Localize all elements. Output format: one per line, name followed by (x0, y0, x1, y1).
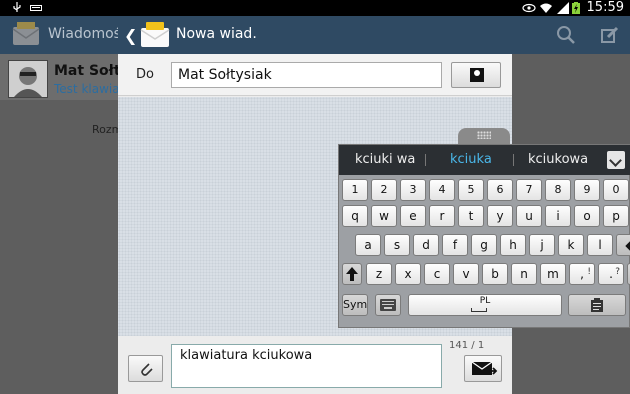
dialog-title: Nowa wiad. (176, 26, 257, 42)
space-key[interactable]: PL (408, 294, 562, 316)
clock: 15:59 (586, 0, 624, 15)
avatar (8, 60, 48, 98)
key-superscript: ? (615, 267, 620, 277)
key-period[interactable]: .? (598, 263, 624, 285)
key-b[interactable]: b (482, 263, 508, 285)
clipboard-key[interactable] (568, 294, 626, 316)
suggestion-bar: kciuki wa kciuka kciukowa (339, 145, 630, 175)
eye-icon (522, 3, 536, 13)
key-y[interactable]: y (487, 205, 513, 227)
key-c[interactable]: c (424, 263, 450, 285)
key-t[interactable]: t (458, 205, 484, 227)
character-counter: 141 / 1 (449, 340, 485, 351)
key-q[interactable]: q (342, 205, 368, 227)
back-icon[interactable]: ❮ (124, 26, 137, 45)
wifi-icon (540, 3, 552, 13)
key-4[interactable]: 4 (429, 179, 455, 201)
background-contact-subtitle: Test klawiat (54, 82, 125, 96)
sym-key[interactable]: Sym (342, 294, 368, 316)
key-n[interactable]: n (511, 263, 537, 285)
key-u[interactable]: u (516, 205, 542, 227)
key-1[interactable]: 1 (342, 179, 368, 201)
key-7[interactable]: 7 (516, 179, 542, 201)
search-icon[interactable] (556, 25, 576, 45)
key-5[interactable]: 5 (458, 179, 484, 201)
space-icon (471, 308, 487, 312)
key-z[interactable]: z (366, 263, 392, 285)
key-h[interactable]: h (500, 234, 526, 256)
messages-app-icon[interactable] (140, 22, 170, 48)
dialog-action-bar: ❮ Nowa wiad. (118, 16, 512, 54)
suggestion-divider (513, 154, 514, 166)
status-bar: 15:59 (0, 0, 630, 16)
enter-icon (624, 241, 630, 251)
grip-icon (477, 131, 491, 139)
chevron-down-icon[interactable] (607, 151, 625, 169)
key-6[interactable]: 6 (487, 179, 513, 201)
key-2[interactable]: 2 (371, 179, 397, 201)
key-0[interactable]: 0 (603, 179, 629, 201)
suggestion-item-selected[interactable]: kciuka (450, 152, 492, 167)
keyboard-notification-icon (30, 5, 42, 11)
shift-icon (346, 267, 358, 281)
key-9[interactable]: 9 (574, 179, 600, 201)
key-i[interactable]: i (545, 205, 571, 227)
usb-icon (13, 2, 21, 12)
compose-icon[interactable] (600, 25, 620, 45)
battery-charging-icon (572, 2, 580, 14)
send-button[interactable] (464, 355, 502, 382)
send-envelope-icon (471, 361, 498, 375)
suggestion-item[interactable]: kciuki wa (355, 152, 415, 167)
signal-icon (557, 2, 569, 14)
key-g[interactable]: g (471, 234, 497, 256)
recipient-input[interactable]: Mat Sołtysiak (171, 62, 442, 88)
key-v[interactable]: v (453, 263, 479, 285)
keyboard-icon (380, 299, 396, 311)
paperclip-icon (140, 363, 153, 376)
key-k[interactable]: k (558, 234, 584, 256)
key-3[interactable]: 3 (400, 179, 426, 201)
key-w[interactable]: w (371, 205, 397, 227)
key-l[interactable]: l (587, 234, 613, 256)
floating-keyboard: kciuki wa kciuka kciukowa 1234567890 qwer… (338, 144, 630, 328)
key-comma[interactable]: ,! (569, 263, 595, 285)
enter-key[interactable] (616, 234, 630, 256)
messages-app-icon (12, 22, 40, 45)
attach-button[interactable] (128, 355, 163, 382)
shift-key-left[interactable] (342, 263, 362, 285)
space-language-label: PL (479, 296, 491, 306)
key-j[interactable]: j (529, 234, 555, 256)
background-app-title: Wiadomośc (48, 26, 129, 42)
compose-bar: klawiatura kciukowa 141 / 1 (118, 336, 512, 394)
contact-icon (470, 68, 484, 82)
suggestion-divider (425, 154, 426, 166)
recipient-label: Do (136, 67, 154, 82)
message-input[interactable]: klawiatura kciukowa (171, 344, 442, 388)
key-r[interactable]: r (429, 205, 455, 227)
recipient-row: Do Mat Sołtysiak (118, 54, 512, 96)
key-8[interactable]: 8 (545, 179, 571, 201)
key-s[interactable]: s (384, 234, 410, 256)
contact-photo-icon (9, 61, 47, 97)
add-contact-button[interactable] (451, 62, 501, 88)
key-superscript: ! (587, 267, 591, 277)
key-e[interactable]: e (400, 205, 426, 227)
clipboard-icon (591, 298, 603, 312)
key-d[interactable]: d (413, 234, 439, 256)
key-o[interactable]: o (574, 205, 600, 227)
keyboard-drag-handle[interactable] (458, 128, 510, 144)
key-f[interactable]: f (442, 234, 468, 256)
key-x[interactable]: x (395, 263, 421, 285)
key-p[interactable]: p (603, 205, 629, 227)
key-a[interactable]: a (355, 234, 381, 256)
key-m[interactable]: m (540, 263, 566, 285)
keyboard-settings-key[interactable] (375, 294, 401, 316)
suggestion-item[interactable]: kciukowa (528, 152, 588, 167)
